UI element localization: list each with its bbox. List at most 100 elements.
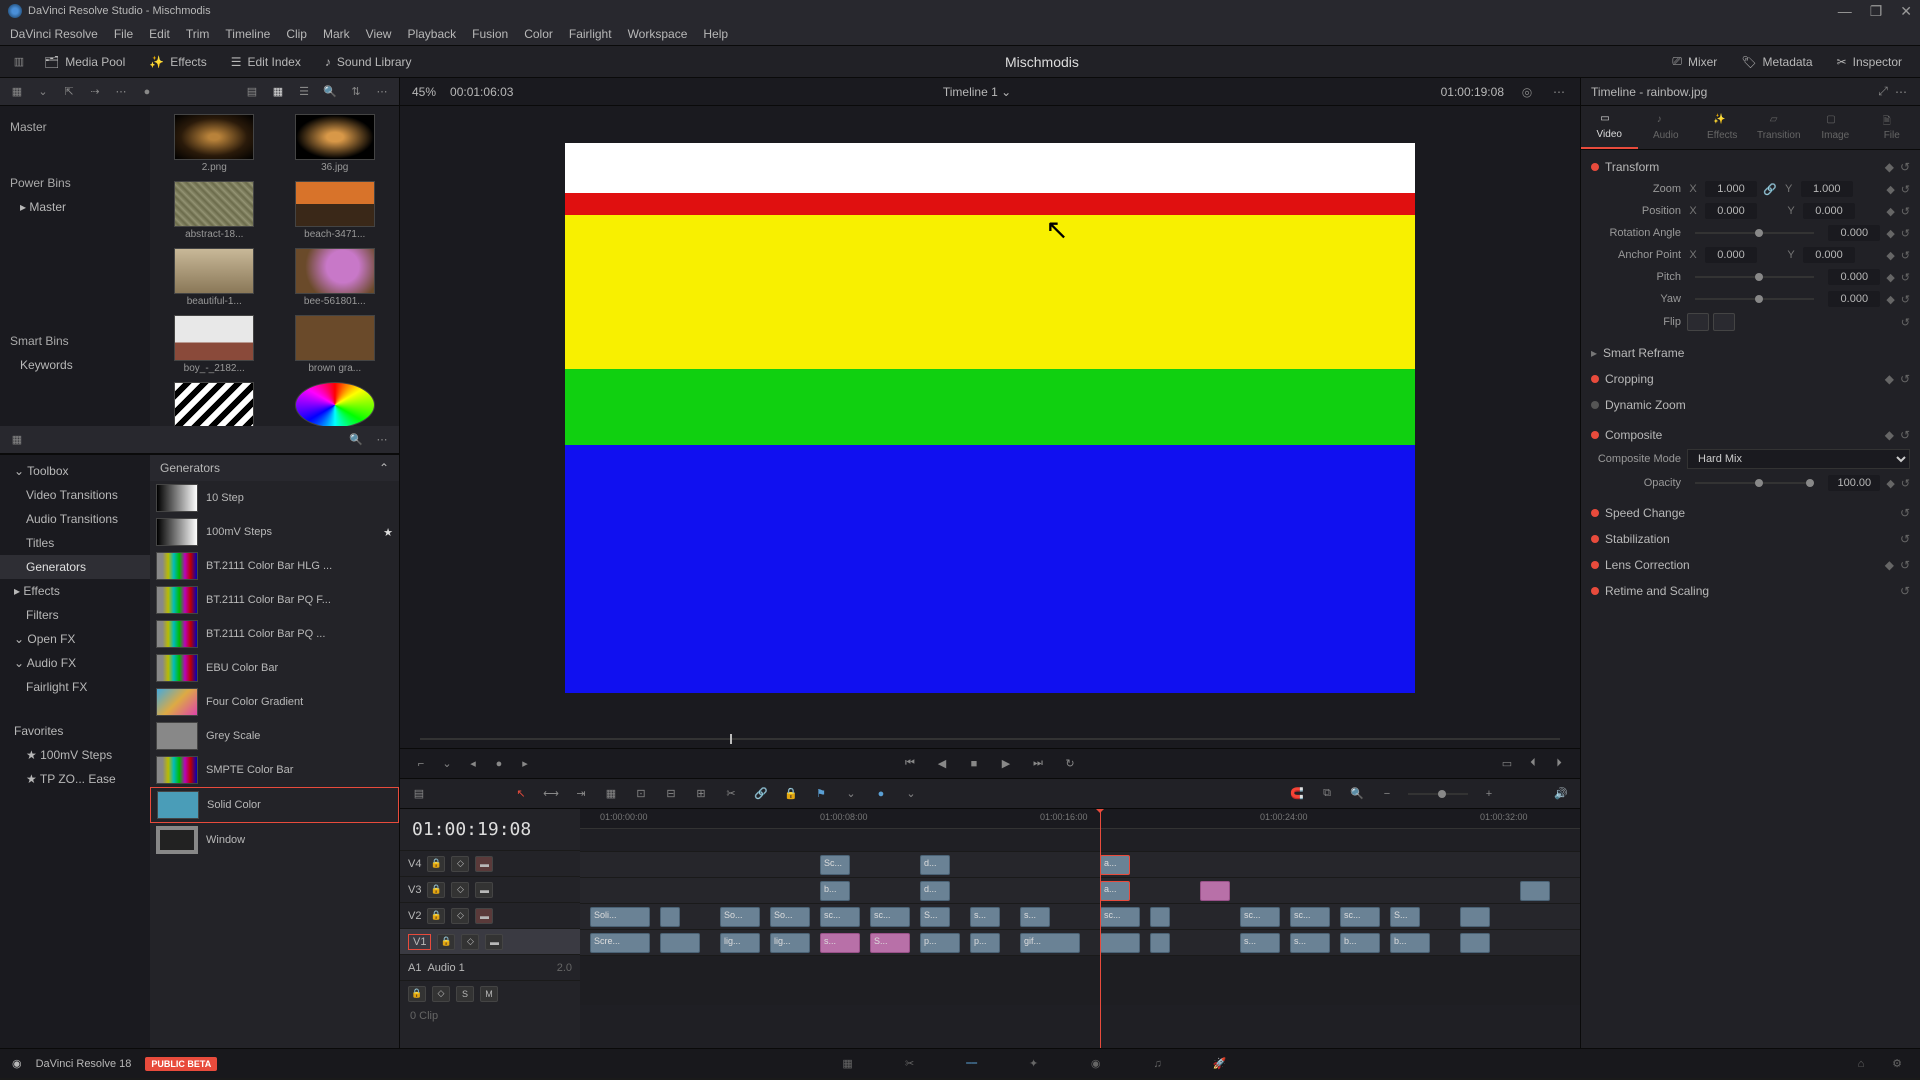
generator-item[interactable]: BT.2111 Color Bar PQ ... — [150, 617, 399, 651]
timeline-clip[interactable]: p... — [920, 933, 960, 953]
timeline-clip[interactable] — [660, 907, 680, 927]
generator-item[interactable]: Solid Color — [150, 787, 399, 823]
keyframe-icon[interactable]: ◆ — [1886, 249, 1894, 262]
track-a1[interactable] — [580, 955, 1580, 1005]
menu-file[interactable]: File — [114, 27, 133, 41]
snap-icon[interactable]: 🧲 — [1288, 785, 1306, 803]
timeline-clip[interactable]: S... — [920, 907, 950, 927]
generator-item[interactable]: Grey Scale — [150, 719, 399, 753]
keyframe-icon[interactable]: ◆ — [1886, 205, 1894, 218]
timeline-clip[interactable]: sc... — [1290, 907, 1330, 927]
scrubber[interactable] — [400, 730, 1580, 748]
fx-toolbox[interactable]: ⌄ Toolbox — [0, 459, 150, 483]
timeline-clip[interactable] — [1200, 881, 1230, 901]
clip-item[interactable]: beach-3471... — [279, 181, 392, 240]
menu-timeline[interactable]: Timeline — [225, 27, 270, 41]
clip-item[interactable]: bee-561801... — [279, 248, 392, 307]
prev-marker-icon[interactable]: ◂ — [464, 755, 482, 773]
timeline-clip[interactable]: a... — [1100, 881, 1130, 901]
yaw-slider[interactable] — [1695, 298, 1814, 300]
clip-item[interactable]: 2.png — [158, 114, 271, 173]
timeline-clip[interactable]: sc... — [870, 907, 910, 927]
strip-view-icon[interactable]: ☰ — [295, 83, 313, 101]
marker-icon[interactable]: ● — [872, 785, 890, 803]
media-pool-button[interactable]: 🗂 Media Pool — [36, 51, 133, 73]
auto-v4-icon[interactable]: ◇ — [451, 856, 469, 872]
track-v3-header[interactable]: V3 🔒 ◇ ▬ — [400, 876, 580, 902]
cut-page-icon[interactable]: ✂ — [899, 1055, 921, 1073]
generator-item[interactable]: BT.2111 Color Bar PQ F... — [150, 583, 399, 617]
blade-icon[interactable]: ✂ — [722, 785, 740, 803]
generator-item[interactable]: BT.2111 Color Bar HLG ... — [150, 549, 399, 583]
tab-file[interactable]: 🗎File — [1864, 106, 1920, 149]
composite-mode-select[interactable]: Hard Mix — [1687, 449, 1910, 469]
reset-icon[interactable]: ↺ — [1900, 160, 1910, 174]
timeline-clip[interactable] — [1100, 933, 1140, 953]
replace-icon[interactable]: ⊞ — [692, 785, 710, 803]
inspector-button[interactable]: ✂ Inspector — [1829, 51, 1910, 73]
power-bin-master[interactable]: ▸ Master — [0, 196, 150, 218]
disable-v4-icon[interactable]: ▬ — [475, 856, 493, 872]
marker-dropdown-icon[interactable]: ⌄ — [902, 785, 920, 803]
timeline-clip[interactable]: So... — [720, 907, 760, 927]
menu-clip[interactable]: Clip — [286, 27, 307, 41]
pos-y-input[interactable]: 0.000 — [1803, 203, 1855, 219]
menu-mark[interactable]: Mark — [323, 27, 350, 41]
timeline-clip[interactable] — [1520, 881, 1550, 901]
viewer-zoom[interactable]: 45% — [412, 85, 436, 99]
track-v1[interactable]: Scre...lig...lig...s...S...p...p...gif..… — [580, 929, 1580, 955]
mark-in-icon[interactable]: ⌐ — [412, 755, 430, 773]
zoom-search-icon[interactable]: 🔍 — [1348, 785, 1366, 803]
fx-generators[interactable]: Generators — [0, 555, 150, 579]
reset-icon[interactable]: ↺ — [1900, 532, 1910, 546]
timeline-clip[interactable]: sc... — [1340, 907, 1380, 927]
deliver-page-icon[interactable]: 🚀 — [1209, 1055, 1231, 1073]
overwrite-icon[interactable]: ⊟ — [662, 785, 680, 803]
dynamic-trim-icon[interactable]: ⇥ — [572, 785, 590, 803]
timeline-clip[interactable]: s... — [1240, 933, 1280, 953]
timeline-clip[interactable] — [1150, 907, 1170, 927]
track-v3[interactable]: b...d...a... — [580, 877, 1580, 903]
tab-transition[interactable]: ▱Transition — [1751, 106, 1808, 149]
inspector-expand-icon[interactable]: ⤢ — [1874, 83, 1892, 101]
metadata-button[interactable]: 🏷 Metadata — [1733, 51, 1820, 73]
timeline-clip[interactable] — [1150, 933, 1170, 953]
fx-options-icon[interactable]: ⋯ — [373, 431, 391, 449]
generator-item[interactable]: Four Color Gradient — [150, 685, 399, 719]
clip-item[interactable]: 36.jpg — [279, 114, 392, 173]
fx-openfx[interactable]: ⌄ Open FX — [0, 627, 150, 651]
generator-item[interactable]: 10 Step — [150, 481, 399, 515]
reset-icon[interactable]: ↺ — [1900, 372, 1910, 386]
timeline-clip[interactable]: Sc... — [820, 855, 850, 875]
pitch-slider[interactable] — [1695, 276, 1814, 278]
timeline-name[interactable]: Timeline 1 ⌄ — [527, 85, 1426, 99]
minimize-button[interactable]: — — [1838, 3, 1852, 20]
timeline-clip[interactable]: S... — [870, 933, 910, 953]
keyframe-icon[interactable]: ◆ — [1885, 372, 1894, 386]
lock-v2-icon[interactable]: 🔒 — [427, 908, 445, 924]
lock-v3-icon[interactable]: 🔒 — [427, 882, 445, 898]
tab-video[interactable]: ▭Video — [1581, 106, 1638, 149]
audio-icon[interactable]: 🔊 — [1552, 785, 1570, 803]
auto-v2-icon[interactable]: ◇ — [451, 908, 469, 924]
track-a1-header[interactable]: A1 Audio 1 2.0 — [400, 954, 580, 980]
home-icon[interactable]: ⌂ — [1850, 1055, 1872, 1073]
import-icon[interactable]: ⇱ — [60, 83, 78, 101]
tl-view-icon[interactable]: ▤ — [410, 785, 428, 803]
search-icon[interactable]: 🔍 — [321, 83, 339, 101]
smart-bin-keywords[interactable]: Keywords — [0, 354, 150, 376]
cropping-section[interactable]: Cropping◆↺ — [1581, 366, 1920, 392]
step-fwd-icon[interactable]: ⏵ — [1550, 755, 1568, 773]
enable-dot-icon[interactable] — [1591, 375, 1599, 383]
fusion-page-icon[interactable]: ✦ — [1023, 1055, 1045, 1073]
settings-icon[interactable]: ⚙ — [1886, 1055, 1908, 1073]
timeline-clip[interactable]: b... — [820, 881, 850, 901]
auto-v3-icon[interactable]: ◇ — [451, 882, 469, 898]
keyframe-icon[interactable]: ◆ — [1886, 183, 1894, 196]
edit-index-button[interactable]: ☰ Edit Index — [223, 51, 309, 73]
timeline-clip[interactable]: Scre... — [590, 933, 650, 953]
flag-icon[interactable]: ⚑ — [812, 785, 830, 803]
menu-color[interactable]: Color — [524, 27, 553, 41]
effects-button[interactable]: ✨ Effects — [141, 51, 214, 73]
keyframe-icon[interactable]: ◆ — [1885, 428, 1894, 442]
